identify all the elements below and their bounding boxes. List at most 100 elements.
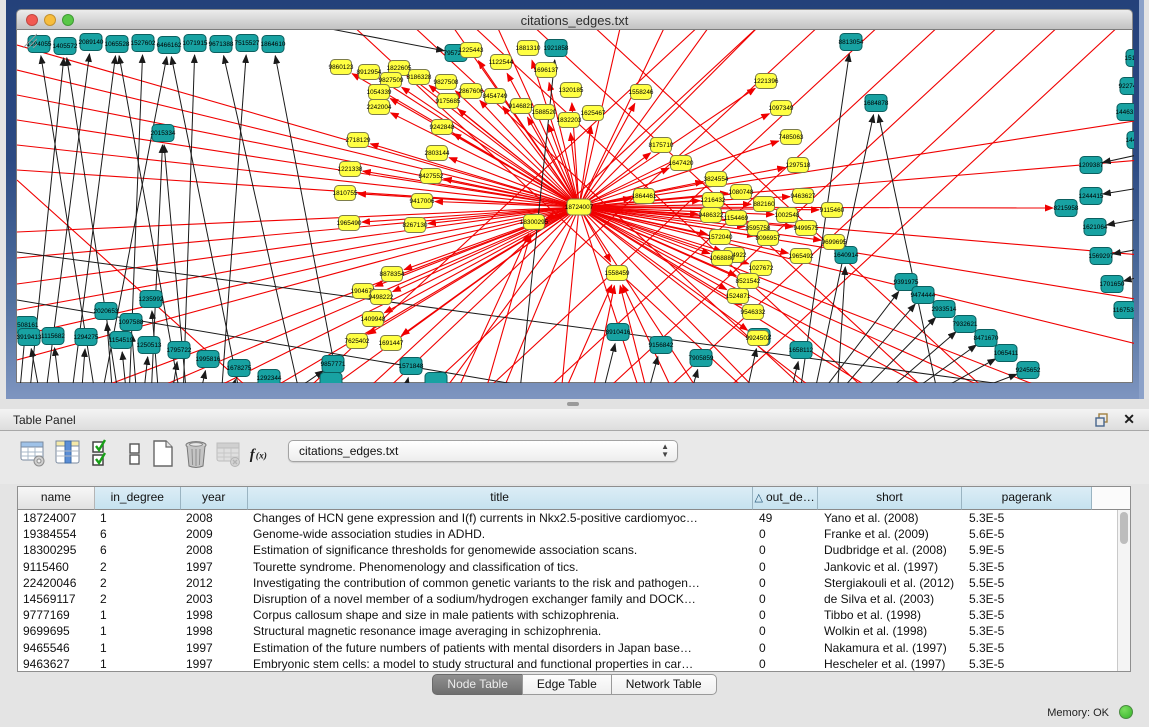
combo-arrows-icon: ▲▼: [661, 443, 669, 459]
table-row[interactable]: 946554611997Estimation of the future num…: [18, 640, 1130, 656]
cell-short: Franke et al. (2009): [819, 526, 964, 542]
graph-node-label: 1235992: [139, 296, 164, 303]
table-row[interactable]: 1830029562008Estimation of significance …: [18, 542, 1130, 558]
citation-graph[interactable]: 1394055140557220891401065528152760264661…: [17, 30, 1134, 383]
column-header-title[interactable]: title: [248, 487, 753, 510]
cell-year: 1998: [181, 623, 248, 639]
graph-node-label: 8912954: [357, 69, 382, 76]
graph-edge: [1103, 186, 1134, 194]
graph-node-label: 1221396: [754, 78, 779, 85]
graph-node-label: 1409948: [361, 316, 386, 323]
graph-node-label: 9827509: [379, 77, 404, 84]
cell-name: 19384554: [18, 526, 95, 542]
cell-short: Wolkin et al. (1998): [819, 623, 964, 639]
graph-node-label: 1569297: [1089, 253, 1114, 260]
column-header-short[interactable]: short: [818, 487, 963, 510]
graph-node-label: 1154469: [724, 215, 749, 222]
graph-node-label: 1297518: [786, 162, 811, 169]
graph-node-label: 9245652: [1016, 367, 1041, 374]
function-builder-icon[interactable]: f (x): [248, 439, 274, 469]
resize-grip-icon[interactable]: [17, 30, 37, 48]
cell-in_degree: 1: [95, 640, 181, 656]
float-window-icon[interactable]: [1095, 413, 1109, 427]
cell-short: Stergiakouli et al. (2012): [819, 575, 964, 591]
tab-node-table[interactable]: Node Table: [432, 674, 523, 695]
column-header-out_degree[interactable]: △out_de…: [753, 487, 818, 510]
graph-node-label: 1294275: [74, 334, 99, 341]
new-table-icon[interactable]: [150, 439, 176, 469]
graph-node-label: 7515527: [235, 40, 260, 47]
graph-node[interactable]: [320, 373, 342, 384]
column-header-in_degree[interactable]: in_degree: [95, 487, 181, 510]
table-row[interactable]: 969969511998Structural magnetic resonanc…: [18, 623, 1130, 639]
graph-edge: [281, 371, 323, 383]
graph-node-label: 2242004: [367, 104, 392, 111]
table-row[interactable]: 2242004622012Investigating the contribut…: [18, 575, 1130, 591]
graph-node-label: 8186328: [407, 74, 432, 81]
graph-node-label: 3919413: [17, 334, 42, 341]
cell-in_degree: 1: [95, 656, 181, 672]
cell-name: 18300295: [18, 542, 95, 558]
graph-node-label: 1571848: [399, 363, 424, 370]
table-row[interactable]: 946362711997Embryonic stem cells: a mode…: [18, 656, 1130, 672]
graph-node-label: 8427552: [419, 173, 444, 180]
delete-trash-icon[interactable]: [183, 439, 209, 469]
table-row[interactable]: 1872400712008Changes of HCN gene express…: [18, 510, 1130, 526]
graph-edge: [263, 30, 444, 51]
cell-in_degree: 6: [95, 542, 181, 558]
column-header-pagerank[interactable]: pagerank: [962, 487, 1092, 510]
close-panel-icon[interactable]: ✕: [1123, 411, 1135, 428]
graph-edge: [81, 349, 85, 383]
select-all-check-icon[interactable]: [90, 439, 116, 469]
rows-icon[interactable]: [122, 439, 148, 469]
column-header-name[interactable]: name: [18, 487, 95, 510]
graph-node-label: 7625402: [345, 338, 370, 345]
graph-node-label: 1115682: [41, 333, 65, 340]
graph-node-label: 1209387: [1079, 162, 1104, 169]
network-canvas[interactable]: 1394055140557220891401065528152760264661…: [16, 30, 1133, 383]
cell-in_degree: 1: [95, 623, 181, 639]
table-row[interactable]: 1456911722003Disruption of a novel membe…: [18, 591, 1130, 607]
table-select-dropdown[interactable]: citations_edges.txt ▲▼: [288, 440, 678, 462]
cell-in_degree: 2: [95, 559, 181, 575]
column-header-filler: [1092, 487, 1130, 510]
table-row[interactable]: 911546021997Tourette syndrome. Phenomeno…: [18, 559, 1130, 575]
vertical-scrollbar[interactable]: [1117, 510, 1130, 671]
divider-handle[interactable]: [567, 402, 579, 406]
tab-network-table[interactable]: Network Table: [611, 674, 717, 695]
delete-table-disabled-icon: [216, 439, 242, 469]
graph-node[interactable]: [425, 373, 447, 384]
table-row[interactable]: 1938455462009Genome-wide association stu…: [18, 526, 1130, 542]
cell-title: Investigating the contribution of common…: [248, 575, 754, 591]
network-window-titlebar[interactable]: citations_edges.txt: [16, 9, 1133, 30]
table-select-value: citations_edges.txt: [299, 444, 398, 458]
scrollbar-thumb[interactable]: [1120, 512, 1128, 544]
graph-edge: [1113, 247, 1134, 254]
table-settings-icon[interactable]: [20, 439, 46, 469]
graph-node-label: 1225443: [459, 47, 484, 54]
table-row[interactable]: 977716911998Corpus callosum shape and si…: [18, 607, 1130, 623]
cell-pagerank: 5.3E-5: [964, 623, 1094, 639]
graph-node-label: 9499575: [794, 225, 819, 232]
graph-edge: [171, 57, 241, 383]
graph-edge: [878, 115, 939, 383]
cell-pagerank: 5.5E-5: [964, 575, 1094, 591]
graph-node-label: 1442905: [1126, 137, 1134, 144]
node-table: namein_degreeyeartitle△out_de…shortpager…: [17, 486, 1131, 672]
cell-short: Jankovic et al. (1997): [819, 559, 964, 575]
graph-node-label: 1621064: [1083, 224, 1108, 231]
graph-node-label: 8215958: [1054, 205, 1079, 212]
cell-short: Tibbo et al. (1998): [819, 607, 964, 623]
tab-edge-table[interactable]: Edge Table: [522, 674, 612, 695]
column-header-year[interactable]: year: [181, 487, 248, 510]
graph-node-label: 9827508: [434, 79, 459, 86]
graph-node-label: 1678275: [227, 365, 252, 372]
graph-edge: [799, 54, 849, 383]
graph-node-label: 2933514: [932, 306, 957, 313]
graph-edge: [199, 371, 205, 383]
graph-node-label: 8175710: [649, 142, 674, 149]
graph-node-label: 1320185: [559, 87, 584, 94]
split-pane-divider[interactable]: [0, 399, 1149, 409]
graph-node-label: 1065411: [994, 350, 1019, 357]
column-select-icon[interactable]: [55, 439, 81, 469]
